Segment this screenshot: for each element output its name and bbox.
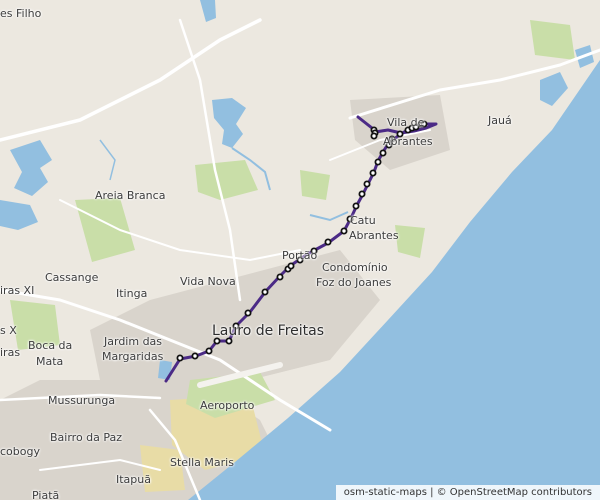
map-attribution: osm-static-maps | © OpenStreetMap contri… [335,485,600,500]
route-stop-marker[interactable] [213,337,221,345]
place-label-major: Lauro de Freitas [212,323,325,339]
place-label: Piatã [32,489,60,500]
reservoir [0,200,38,230]
park-area [395,225,425,258]
park-area [300,170,330,200]
place-label: Portão [282,249,318,262]
place-label: Vida Nova [180,275,236,288]
place-label: Cassange [45,271,99,284]
lagoon [540,72,568,106]
place-label: Jardim das [104,335,163,348]
place-label: Vila de [387,116,425,129]
reservoir [200,0,216,22]
route-stop-marker[interactable] [287,262,295,270]
route-stop-marker[interactable] [176,354,184,362]
route-stop-marker[interactable] [205,347,213,355]
reservoir [212,98,246,148]
route-stop-marker[interactable] [369,169,377,177]
route-stop-marker[interactable] [379,149,387,157]
place-label: Mata [36,355,64,368]
place-label: iras XI [0,284,35,297]
route-stop-marker[interactable] [340,227,348,235]
place-label: Jauá [488,114,512,127]
route-stop-marker[interactable] [276,273,284,281]
route-stop-marker[interactable] [363,180,371,188]
route-stop-marker[interactable] [370,132,378,140]
place-label: Boca da [28,339,73,352]
route-stop-marker[interactable] [225,337,233,345]
route-stop-marker[interactable] [374,158,382,166]
place-label: Itinga [116,287,148,300]
route-stop-marker[interactable] [358,190,366,198]
place-label: Condomínio [322,261,388,274]
route-stop-marker[interactable] [191,352,199,360]
place-label: Bairro da Paz [50,431,123,444]
place-label: Itapuã [116,473,151,486]
place-label: Aeroporto [200,399,255,412]
place-label: Margaridas [102,350,164,363]
park-area [75,198,135,262]
river [99,139,116,181]
place-label: cobogy [0,445,40,458]
place-label: s X [0,324,17,337]
route-stop-marker[interactable] [352,202,360,210]
place-label: Catu [350,214,376,227]
park-area [195,160,258,200]
route-stop-marker[interactable] [261,288,269,296]
place-label: Foz do Joanes [316,276,392,289]
route-stop-marker[interactable] [244,309,252,317]
place-label: iras [0,346,21,359]
place-label: Mussurunga [48,394,116,407]
place-label: Abrantes [349,229,399,242]
place-label: es Filho [0,7,42,20]
reservoir [10,140,52,196]
place-label: Areia Branca [95,189,166,202]
park-area [530,20,575,60]
map-canvas[interactable]: es Filho Jauá Vila de Abrantes Areia Bra… [0,0,600,500]
place-label: Abrantes [383,135,433,148]
place-label: Stella Maris [170,456,234,469]
river [309,211,349,222]
route-stop-marker[interactable] [324,238,332,246]
